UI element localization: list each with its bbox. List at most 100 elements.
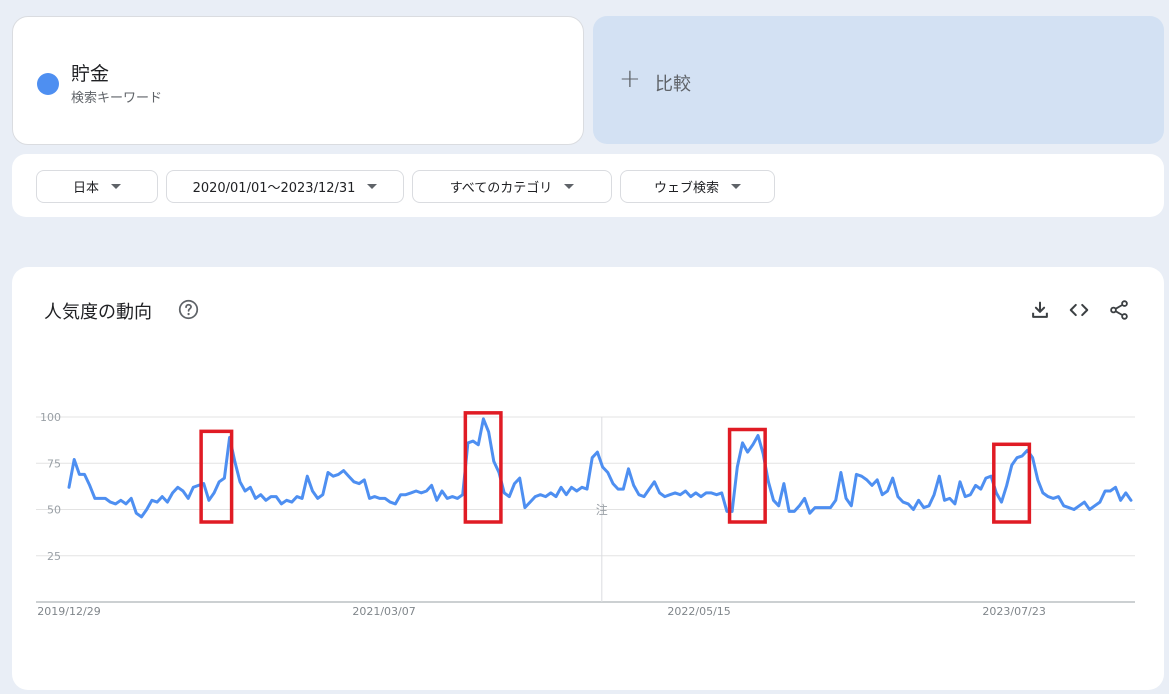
data-point-102 — [596, 451, 599, 453]
data-point-144 — [814, 506, 816, 509]
data-point-167 — [933, 493, 935, 496]
annotation-marker-label: 注 — [596, 502, 608, 517]
data-point-45 — [301, 497, 303, 500]
data-point-55 — [353, 480, 355, 483]
data-point-115 — [663, 495, 666, 498]
data-point-156 — [876, 479, 879, 481]
data-point-0 — [68, 486, 70, 489]
x-tick-label-2: 2022/05/15 — [667, 605, 730, 618]
data-point-166 — [928, 504, 930, 507]
data-point-49 — [321, 493, 324, 496]
data-point-136 — [772, 499, 775, 502]
y-tick-label-100: 100 — [40, 411, 61, 424]
data-point-23 — [187, 497, 190, 500]
data-point-203 — [1119, 499, 1122, 502]
data-point-85 — [508, 495, 511, 498]
data-point-142 — [803, 497, 806, 500]
data-point-196 — [1083, 501, 1086, 503]
data-point-76 — [461, 493, 464, 496]
data-point-137 — [777, 504, 780, 507]
data-point-94 — [555, 495, 557, 498]
data-point-69 — [425, 490, 428, 492]
data-point-149 — [840, 471, 842, 474]
x-tick-label-0: 2019/12/29 — [37, 605, 100, 618]
data-point-176 — [979, 488, 982, 490]
data-point-88 — [524, 506, 526, 509]
data-point-44 — [296, 495, 298, 498]
data-point-91 — [539, 493, 542, 496]
data-point-14 — [140, 516, 143, 518]
data-point-48 — [316, 497, 319, 500]
data-point-135 — [767, 480, 770, 483]
data-point-66 — [410, 492, 412, 494]
data-point-104 — [606, 471, 609, 474]
y-axis-labels: 25 50 75 100 — [40, 411, 61, 563]
data-point-114 — [658, 492, 661, 494]
data-point-151 — [850, 504, 853, 507]
annotation-marker[interactable]: 注 — [596, 417, 608, 602]
data-point-38 — [265, 499, 267, 502]
data-point-20 — [171, 492, 174, 494]
data-point-117 — [674, 492, 676, 494]
data-point-170 — [948, 497, 951, 500]
data-point-173 — [964, 495, 967, 498]
data-point-17 — [156, 501, 159, 503]
data-point-98 — [575, 490, 578, 492]
data-point-40 — [275, 495, 278, 498]
data-point-80 — [482, 418, 485, 420]
data-point-191 — [1057, 495, 1060, 498]
data-point-113 — [653, 480, 656, 483]
data-point-139 — [788, 510, 790, 513]
data-point-86 — [513, 482, 516, 485]
data-point-165 — [922, 506, 925, 509]
data-point-188 — [1042, 492, 1044, 494]
data-point-105 — [612, 482, 614, 485]
data-point-16 — [151, 499, 153, 502]
data-point-194 — [1073, 508, 1075, 511]
data-point-72 — [441, 490, 443, 492]
data-point-5 — [94, 497, 96, 500]
data-point-180 — [1000, 501, 1003, 503]
data-point-13 — [135, 512, 138, 515]
data-point-42 — [285, 499, 288, 502]
data-point-67 — [415, 490, 417, 492]
data-point-192 — [1062, 504, 1065, 507]
y-tick-label-50: 50 — [47, 504, 61, 517]
interest-over-time-chart: 25 50 75 100 2019/12/29 2021/03/07 2022/05/15… — [36, 411, 1135, 618]
data-point-65 — [404, 493, 407, 496]
data-point-158 — [886, 490, 889, 492]
data-point-84 — [503, 492, 506, 494]
data-point-148 — [834, 499, 837, 502]
data-point-164 — [917, 499, 920, 502]
data-point-35 — [249, 486, 252, 489]
data-point-34 — [244, 490, 247, 492]
data-point-71 — [435, 499, 438, 502]
data-point-110 — [638, 493, 640, 496]
data-point-33 — [239, 480, 241, 483]
highlight-box-0 — [199, 429, 234, 524]
data-point-103 — [601, 466, 604, 468]
data-point-53 — [342, 469, 345, 472]
data-point-4 — [88, 484, 91, 487]
data-point-119 — [684, 490, 687, 492]
data-point-145 — [819, 506, 822, 509]
data-point-74 — [451, 495, 454, 498]
data-point-26 — [202, 482, 205, 485]
data-point-12 — [130, 497, 133, 500]
y-tick-label-75: 75 — [47, 457, 61, 470]
data-point-63 — [394, 503, 397, 505]
data-point-11 — [125, 503, 127, 505]
data-point-8 — [109, 501, 112, 503]
data-point-93 — [549, 492, 552, 494]
data-point-153 — [860, 475, 863, 478]
data-point-172 — [959, 480, 961, 483]
data-point-182 — [1010, 464, 1013, 466]
data-point-28 — [213, 492, 216, 494]
data-point-195 — [1078, 504, 1081, 507]
data-point-190 — [1052, 497, 1055, 500]
data-point-157 — [881, 493, 884, 496]
data-point-61 — [384, 497, 386, 500]
data-point-77 — [467, 442, 469, 444]
data-point-204 — [1124, 492, 1127, 494]
data-point-22 — [182, 490, 184, 492]
